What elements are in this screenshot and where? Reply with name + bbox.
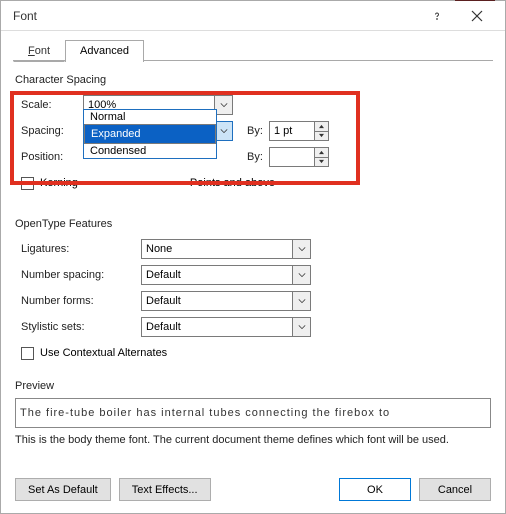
by-position-label: By: [247,151,269,163]
by-position-spinner[interactable] [269,147,329,167]
stylistic-sets-value: Default [146,321,181,333]
preview-box: The fire-tube boiler has internal tubes … [15,398,491,428]
dropdown-item-condensed[interactable]: Condensed [84,144,216,158]
tab-strip: Font Advanced [1,31,505,61]
close-button[interactable] [457,2,497,30]
stylistic-sets-select[interactable]: Default [141,317,311,337]
spin-down-icon[interactable] [315,132,328,141]
number-spacing-label: Number spacing: [21,269,141,281]
spacing-label: Spacing: [21,125,83,137]
chevron-down-icon[interactable] [292,266,310,284]
scale-label: Scale: [21,99,83,111]
chevron-down-icon[interactable] [292,292,310,310]
by-spacing-spinner[interactable]: 1 pt [269,121,329,141]
spin-up-icon[interactable] [315,148,328,158]
help-button[interactable] [417,2,457,30]
number-forms-select[interactable]: Default [141,291,311,311]
ok-button[interactable]: OK [339,478,411,501]
dropdown-item-normal[interactable]: Normal [84,110,216,124]
contextual-alternates-label: Use Contextual Alternates [40,347,167,359]
character-spacing-title: Character Spacing [15,74,491,86]
contextual-alternates-checkbox[interactable] [21,347,34,360]
opentype-title: OpenType Features [15,218,491,230]
ligatures-value: None [146,243,172,255]
dropdown-item-expanded[interactable]: Expanded [84,124,216,144]
cancel-button[interactable]: Cancel [419,478,491,501]
chevron-down-icon[interactable] [292,318,310,336]
spin-down-icon[interactable] [315,158,328,167]
preview-note: This is the body theme font. The current… [15,434,491,446]
by-spacing-value: 1 pt [274,125,292,137]
points-and-above-label: Points and above [190,177,275,189]
window-title: Font [9,9,417,23]
position-label: Position: [21,151,83,163]
tab-font[interactable]: Font [13,40,65,62]
spin-up-icon[interactable] [315,122,328,132]
number-forms-label: Number forms: [21,295,141,307]
preview-title: Preview [15,380,491,392]
stylistic-sets-label: Stylistic sets: [21,321,141,333]
text-effects-button[interactable]: Text Effects... [119,478,211,501]
by-spacing-label: By: [247,125,269,137]
number-spacing-select[interactable]: Default [141,265,311,285]
tab-advanced[interactable]: Advanced [65,40,144,62]
ligatures-label: Ligatures: [21,243,141,255]
number-forms-value: Default [146,295,181,307]
chevron-down-icon[interactable] [292,240,310,258]
kerning-label: Kerning [40,177,78,189]
preview-text: The fire-tube boiler has internal tubes … [20,407,390,419]
kerning-checkbox[interactable] [21,177,34,190]
number-spacing-value: Default [146,269,181,281]
titlebar: Font [1,1,505,31]
set-as-default-button[interactable]: Set As Default [15,478,111,501]
button-bar: Set As Default Text Effects... OK Cancel [1,478,505,501]
ligatures-select[interactable]: None [141,239,311,259]
spacing-dropdown-popup[interactable]: Normal Expanded Condensed [83,109,217,159]
